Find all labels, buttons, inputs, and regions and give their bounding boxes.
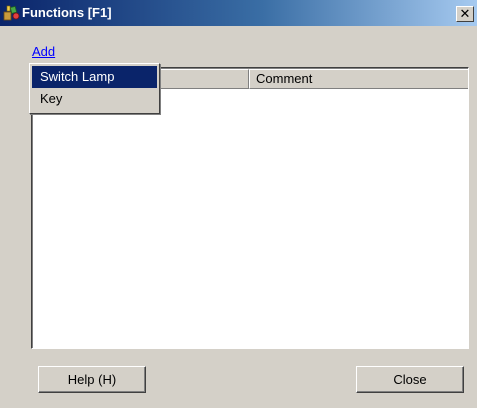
title-bar[interactable]: Functions [F1] ✕	[0, 0, 477, 26]
menu-item-key[interactable]: Key	[32, 88, 157, 110]
close-button[interactable]: Close	[356, 366, 464, 393]
add-link[interactable]: Add	[32, 44, 55, 59]
help-button[interactable]: Help (H)	[38, 366, 146, 393]
functions-app-icon	[3, 5, 20, 21]
title-close-button[interactable]: ✕	[456, 6, 474, 22]
add-dropdown-menu: Switch Lamp Key	[29, 63, 160, 114]
functions-dialog: Functions [F1] ✕ Add Comment Switch Lamp…	[0, 0, 477, 408]
column-header-comment[interactable]: Comment	[249, 69, 468, 89]
menu-item-switch-lamp[interactable]: Switch Lamp	[32, 66, 157, 88]
close-icon: ✕	[459, 6, 471, 21]
window-title: Functions [F1]	[22, 5, 112, 20]
